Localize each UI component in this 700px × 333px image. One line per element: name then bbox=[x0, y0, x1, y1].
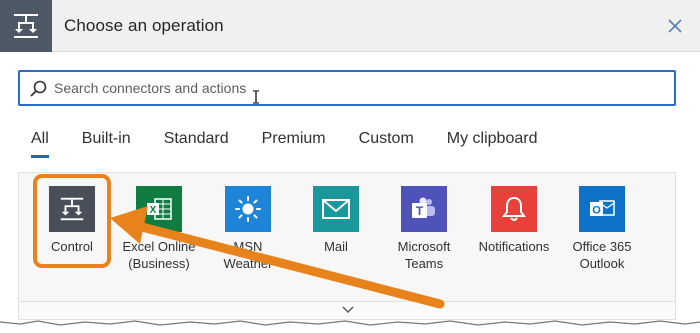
connector-microsoft-teams[interactable]: T Microsoft Teams bbox=[380, 186, 468, 286]
bell-icon bbox=[491, 186, 537, 232]
search-icon bbox=[30, 80, 47, 97]
tab-premium[interactable]: Premium bbox=[262, 128, 326, 162]
control-icon bbox=[0, 0, 52, 52]
close-icon[interactable] bbox=[662, 13, 688, 39]
connector-label: Microsoft Teams bbox=[397, 239, 451, 271]
category-tabs: All Built-in Standard Premium Custom My … bbox=[31, 128, 570, 162]
dialog-header: Choose an operation bbox=[0, 0, 700, 52]
connector-label: Notifications bbox=[478, 239, 550, 254]
connector-label: MSN Weather bbox=[223, 239, 273, 271]
text-cursor-icon bbox=[253, 90, 259, 104]
sun-icon bbox=[225, 186, 271, 232]
torn-edge bbox=[0, 320, 700, 333]
tab-all[interactable]: All bbox=[31, 128, 49, 162]
chevron-down-icon[interactable] bbox=[341, 305, 355, 315]
search-input[interactable] bbox=[54, 77, 654, 99]
connector-msn-weather[interactable]: MSN Weather bbox=[204, 186, 292, 286]
connector-mail[interactable]: Mail bbox=[292, 186, 380, 286]
tab-standard[interactable]: Standard bbox=[164, 128, 229, 162]
search-box[interactable] bbox=[18, 70, 676, 106]
connector-label: Office 365 Outlook bbox=[572, 239, 632, 271]
svg-text:X: X bbox=[150, 205, 157, 216]
tab-custom[interactable]: Custom bbox=[359, 128, 414, 162]
mail-icon bbox=[313, 186, 359, 232]
tab-my-clipboard[interactable]: My clipboard bbox=[447, 128, 538, 162]
excel-icon: X bbox=[136, 186, 182, 232]
svg-text:T: T bbox=[416, 204, 424, 218]
highlight-box bbox=[33, 174, 111, 268]
svg-text:O: O bbox=[592, 205, 601, 217]
dialog-title: Choose an operation bbox=[64, 16, 224, 35]
connector-notifications[interactable]: Notifications bbox=[470, 186, 558, 286]
choose-operation-dialog: Choose an operation All Built-in Standar… bbox=[0, 0, 700, 333]
tab-built-in[interactable]: Built-in bbox=[82, 128, 131, 162]
outlook-icon: O bbox=[579, 186, 625, 232]
connector-label: Mail bbox=[324, 239, 348, 254]
connector-office365-outlook[interactable]: O Office 365 Outlook bbox=[558, 186, 646, 286]
connector-label: Excel Online (Business) bbox=[122, 239, 196, 271]
teams-icon: T bbox=[401, 186, 447, 232]
connector-excel-online[interactable]: X Excel Online (Business) bbox=[115, 186, 203, 286]
